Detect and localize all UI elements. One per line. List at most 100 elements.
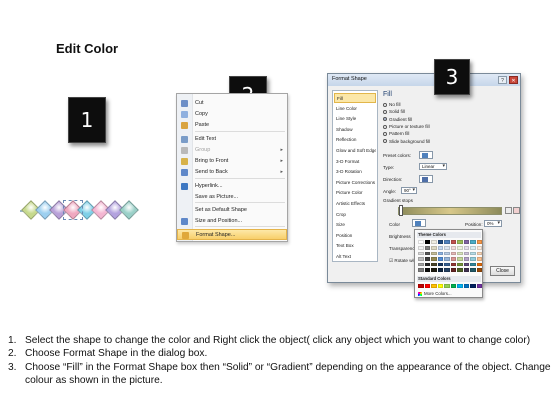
color-swatch[interactable]: [424, 251, 430, 256]
radio-button[interactable]: [383, 110, 387, 115]
color-swatch[interactable]: [437, 251, 443, 256]
color-swatch[interactable]: [424, 262, 430, 267]
color-swatch[interactable]: [431, 268, 437, 272]
color-swatch[interactable]: [418, 284, 424, 288]
add-stop-icon[interactable]: [505, 207, 512, 214]
menu-item-copy[interactable]: Copy: [177, 109, 287, 120]
color-swatch[interactable]: [476, 246, 482, 250]
color-swatch[interactable]: [476, 257, 482, 261]
color-swatch[interactable]: [418, 257, 424, 261]
color-swatch[interactable]: [457, 284, 463, 288]
radio-button[interactable]: [383, 102, 387, 107]
color-swatch[interactable]: [431, 262, 437, 267]
color-swatch[interactable]: [437, 240, 443, 244]
color-swatch[interactable]: [463, 268, 469, 272]
preset-colors-dropdown[interactable]: [419, 151, 433, 159]
nav-item-shadow[interactable]: Shadow: [334, 125, 376, 135]
color-swatch[interactable]: [463, 246, 469, 250]
nav-item-size[interactable]: Size: [334, 220, 376, 230]
color-swatch[interactable]: [431, 257, 437, 261]
menu-item-size-and-position[interactable]: Size and Position...: [177, 216, 287, 227]
menu-item-hyperlink[interactable]: Hyperlink...: [177, 181, 287, 192]
fill-option-slide-background-fill[interactable]: Slide background fill: [383, 139, 430, 145]
radio-button[interactable]: [383, 124, 387, 129]
color-swatch[interactable]: [470, 262, 476, 267]
color-swatch[interactable]: [424, 284, 430, 288]
nav-item-picture-color[interactable]: Picture Color: [334, 188, 376, 198]
color-swatch[interactable]: [418, 246, 424, 250]
gradient-stop-handle[interactable]: [399, 205, 403, 216]
color-swatch[interactable]: [437, 257, 443, 261]
color-swatch[interactable]: [463, 240, 469, 244]
nav-item-text-box[interactable]: Text Box: [334, 241, 376, 251]
color-swatch[interactable]: [424, 257, 430, 261]
fill-option-pattern-fill[interactable]: Pattern fill: [383, 131, 409, 137]
color-swatch[interactable]: [470, 268, 476, 272]
nav-item-glow-and-soft-edges[interactable]: Glow and Soft Edges: [334, 146, 376, 156]
color-swatch[interactable]: [431, 284, 437, 288]
color-swatch[interactable]: [457, 268, 463, 272]
color-swatch[interactable]: [463, 262, 469, 267]
nav-item-line-style[interactable]: Line Style: [334, 114, 376, 124]
fill-option-picture-or-texture-fill[interactable]: Picture or texture fill: [383, 124, 430, 130]
fill-option-no-fill[interactable]: No fill: [383, 102, 401, 108]
color-swatch[interactable]: [418, 251, 424, 256]
color-swatch[interactable]: [431, 251, 437, 256]
menu-item-set-as-default-shape[interactable]: Set as Default Shape: [177, 205, 287, 216]
type-select[interactable]: Linear: [419, 163, 447, 170]
color-swatch[interactable]: [470, 257, 476, 261]
color-swatch[interactable]: [444, 240, 450, 244]
color-swatch[interactable]: [476, 240, 482, 244]
nav-item-crop[interactable]: Crop: [334, 210, 376, 220]
angle-input[interactable]: 90°: [401, 187, 417, 194]
nav-item-3-d-format[interactable]: 3-D Format: [334, 157, 376, 167]
menu-item-bring-to-front[interactable]: Bring to Front ▸: [177, 156, 287, 167]
color-swatch[interactable]: [457, 240, 463, 244]
nav-item-3-d-rotation[interactable]: 3-D Rotation: [334, 167, 376, 177]
diamond-chain-shape[interactable]: [20, 200, 139, 222]
color-swatch[interactable]: [418, 262, 424, 267]
nav-item-artistic-effects[interactable]: Artistic Effects: [334, 199, 376, 209]
fill-option-solid-fill[interactable]: Solid fill: [383, 109, 405, 115]
radio-button[interactable]: [383, 117, 387, 122]
color-swatch[interactable]: [450, 268, 456, 272]
color-swatch[interactable]: [470, 251, 476, 256]
help-button[interactable]: ?: [498, 76, 507, 84]
nav-item-position[interactable]: Position: [334, 231, 376, 241]
color-swatch[interactable]: [444, 268, 450, 272]
color-swatch[interactable]: [476, 268, 482, 272]
color-swatch[interactable]: [463, 251, 469, 256]
position-input[interactable]: 0%: [484, 220, 502, 227]
color-swatch[interactable]: [457, 262, 463, 267]
menu-item-edit-text[interactable]: Edit Text: [177, 134, 287, 145]
menu-item-paste[interactable]: Paste: [177, 120, 287, 131]
color-swatch[interactable]: [437, 246, 443, 250]
direction-dropdown[interactable]: [419, 175, 433, 183]
nav-item-fill[interactable]: Fill: [334, 93, 376, 103]
nav-item-reflection[interactable]: Reflection: [334, 135, 376, 145]
color-swatch[interactable]: [457, 246, 463, 250]
remove-stop-icon[interactable]: [513, 207, 520, 214]
color-swatch[interactable]: [437, 262, 443, 267]
color-swatch[interactable]: [444, 257, 450, 261]
color-swatch[interactable]: [470, 240, 476, 244]
color-swatch[interactable]: [444, 284, 450, 288]
color-swatch[interactable]: [424, 268, 430, 272]
nav-item-alt-text[interactable]: Alt Text: [334, 252, 376, 262]
radio-button[interactable]: [383, 139, 387, 144]
color-swatch[interactable]: [431, 240, 437, 244]
menu-item-save-as-picture[interactable]: Save as Picture...: [177, 192, 287, 203]
fill-option-gradient-fill[interactable]: Gradient fill: [383, 117, 412, 123]
color-swatch[interactable]: [457, 251, 463, 256]
radio-button[interactable]: [383, 131, 387, 136]
menu-item-format-shape[interactable]: Format Shape...: [177, 229, 287, 240]
color-swatch[interactable]: [463, 257, 469, 261]
color-swatch[interactable]: [450, 251, 456, 256]
close-button[interactable]: Close: [490, 266, 515, 276]
color-swatch[interactable]: [444, 246, 450, 250]
color-swatch[interactable]: [424, 240, 430, 244]
color-swatch[interactable]: [418, 240, 424, 244]
color-swatch[interactable]: [476, 284, 482, 288]
nav-item-picture-corrections[interactable]: Picture Corrections: [334, 178, 376, 188]
color-swatch[interactable]: [444, 251, 450, 256]
